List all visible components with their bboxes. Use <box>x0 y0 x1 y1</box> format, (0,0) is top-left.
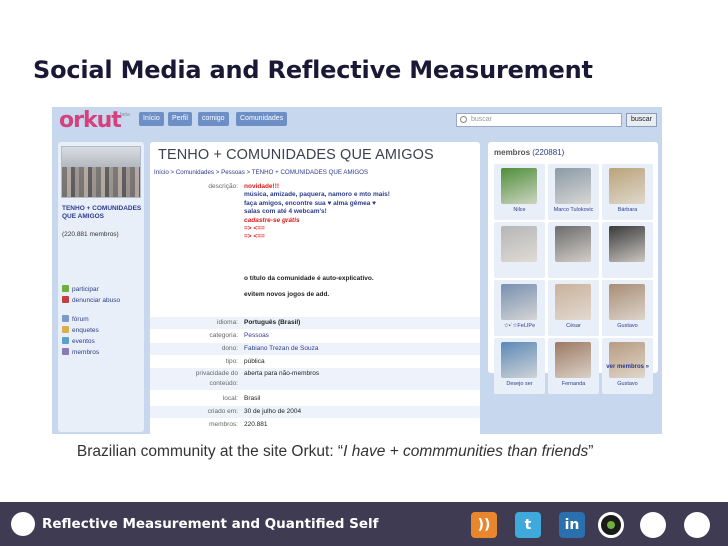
see-members-link[interactable]: ver membros » <box>606 364 649 370</box>
alert-icon <box>62 296 69 303</box>
twitter-icon[interactable]: t <box>515 512 541 538</box>
member-name[interactable]: Fernanda <box>548 381 599 387</box>
member-card[interactable] <box>548 222 599 278</box>
calendar-icon <box>62 337 69 344</box>
member-card[interactable]: Desejo ser <box>494 338 545 394</box>
slide-caption: Brazilian community at the site Orkut: “… <box>76 443 594 460</box>
sidebar-link-enquetes[interactable]: enquetes <box>62 326 99 336</box>
sidebar-link-participar[interactable]: participar <box>62 285 99 295</box>
info-row-privacy-cont: conteúdo: <box>150 378 480 390</box>
member-name[interactable]: Marco Tulokovic <box>548 207 599 213</box>
members-heading[interactable]: membros (220881) <box>494 148 564 157</box>
footer-title: Reflective Measurement and Quantified Se… <box>42 516 379 532</box>
info-row-location: local: Brasil <box>222 395 261 402</box>
member-avatar[interactable] <box>555 168 591 204</box>
member-name[interactable]: Bárbara <box>602 207 653 213</box>
search-placeholder: buscar <box>471 116 493 123</box>
member-card[interactable] <box>602 222 653 278</box>
rss-icon[interactable]: )) <box>471 512 497 538</box>
desc-line: faça amigos, encontre sua ♥ alma gêmea ♥ <box>244 199 376 207</box>
community-name[interactable]: TENHO + COMUNIDADES QUE AMIGOS <box>62 205 142 221</box>
desc-line[interactable]: => <== <box>244 225 474 233</box>
nav-tab-comunidades[interactable]: Comunidades <box>236 112 288 126</box>
info-row-category: categoria: Pessoas <box>209 332 269 339</box>
plus-icon <box>62 285 69 292</box>
info-row-created: criado em: 30 de julho de 2004 <box>150 406 480 418</box>
orkut-screenshot: orkut beta Início Perfil comigo Comunida… <box>52 107 662 434</box>
desc-line[interactable]: => <== <box>244 233 474 241</box>
member-card[interactable]: Marco Tulokovic <box>548 164 599 220</box>
member-avatar[interactable] <box>555 284 591 320</box>
info-row-language: idioma: Português (Brasil) <box>150 317 480 329</box>
orkut-topbar: orkut beta Início Perfil comigo Comunida… <box>52 107 662 133</box>
search-icon <box>460 116 467 123</box>
member-card[interactable]: Gustavo <box>602 280 653 336</box>
member-card[interactable] <box>494 222 545 278</box>
quantified-self-icon[interactable] <box>598 512 624 538</box>
sidebar-link-membros[interactable]: membros <box>62 348 99 358</box>
desc-line[interactable]: cadastre-se grátis <box>244 217 474 225</box>
poll-icon <box>62 326 69 333</box>
member-card[interactable]: Nilce <box>494 164 545 220</box>
footer-band: Reflective Measurement and Quantified Se… <box>0 502 728 546</box>
member-card[interactable]: César <box>548 280 599 336</box>
info-row-members: membros: 220.881 <box>209 421 268 428</box>
desc-line: salas com até 4 webcam's! <box>244 208 327 216</box>
community-title: TENHO + COMUNIDADES QUE AMIGOS <box>158 147 434 163</box>
member-name[interactable]: César <box>548 323 599 329</box>
member-avatar[interactable] <box>609 168 645 204</box>
member-avatar[interactable] <box>609 226 645 262</box>
members-panel: membros (220881) Nilce Marco Tulokovic Bár… <box>488 142 658 394</box>
member-avatar[interactable] <box>555 342 591 378</box>
community-sidebar: TENHO + COMUNIDADES QUE AMIGOS (220.881 … <box>58 142 144 432</box>
desc-line: novidade!!! <box>244 183 280 190</box>
member-avatar[interactable] <box>501 226 537 262</box>
search-button[interactable]: buscar <box>626 113 657 127</box>
nav-tab-perfil[interactable]: Perfil <box>168 112 192 126</box>
member-card[interactable]: ☆•´☆FeLIPe <box>494 280 545 336</box>
member-avatar[interactable] <box>609 342 645 378</box>
nav-tab-comigo[interactable]: comigo <box>198 112 229 126</box>
member-avatar[interactable] <box>609 284 645 320</box>
member-card[interactable]: Bárbara <box>602 164 653 220</box>
community-photo[interactable] <box>61 146 141 198</box>
breadcrumb[interactable]: Início > Comunidades > Pessoas > TENHO +… <box>154 169 368 176</box>
footer-dot-icon <box>684 512 710 538</box>
nav-tab-inicio[interactable]: Início <box>139 112 164 126</box>
community-description: novidade!!! música, amizade, paquera, na… <box>244 183 474 300</box>
info-row-type: tipo: pública <box>225 358 265 365</box>
desc-line: evitem novos jogos de add. <box>244 291 330 299</box>
sidebar-link-denunciar[interactable]: denunciar abuso <box>62 296 120 306</box>
member-avatar[interactable] <box>501 284 537 320</box>
member-name[interactable]: ☆•´☆FeLIPe <box>494 323 545 329</box>
footer-bullet-icon <box>11 512 35 536</box>
orkut-beta-label: beta <box>120 112 130 118</box>
orkut-logo[interactable]: orkut <box>59 108 122 133</box>
footer-dot-icon <box>640 512 666 538</box>
community-member-count: (220.881 membros) <box>62 231 119 238</box>
members-icon <box>62 348 69 355</box>
forum-icon <box>62 315 69 322</box>
member-avatar[interactable] <box>501 168 537 204</box>
sidebar-link-forum[interactable]: fórum <box>62 315 89 325</box>
slide-title: Social Media and Reflective Measurement <box>33 56 593 84</box>
member-name[interactable]: Gustavo <box>602 381 653 387</box>
desc-line: o título da comunidade é auto-explicativ… <box>244 274 374 282</box>
info-label: descrição: <box>208 183 238 190</box>
info-row-owner: dono: Fabiano Trezan de Souza <box>150 343 480 355</box>
desc-line: música, amizade, paquera, namoro e mto m… <box>244 191 390 199</box>
member-avatar[interactable] <box>555 226 591 262</box>
member-name[interactable]: Desejo ser <box>494 381 545 387</box>
search-input[interactable]: buscar <box>456 113 622 127</box>
member-card[interactable]: Fernanda <box>548 338 599 394</box>
member-avatar[interactable] <box>501 342 537 378</box>
member-name[interactable]: Gustavo <box>602 323 653 329</box>
community-main-panel: TENHO + COMUNIDADES QUE AMIGOS Início > … <box>150 142 480 434</box>
linkedin-icon[interactable]: in <box>559 512 585 538</box>
member-name[interactable]: Nilce <box>494 207 545 213</box>
sidebar-link-eventos[interactable]: eventos <box>62 337 95 347</box>
